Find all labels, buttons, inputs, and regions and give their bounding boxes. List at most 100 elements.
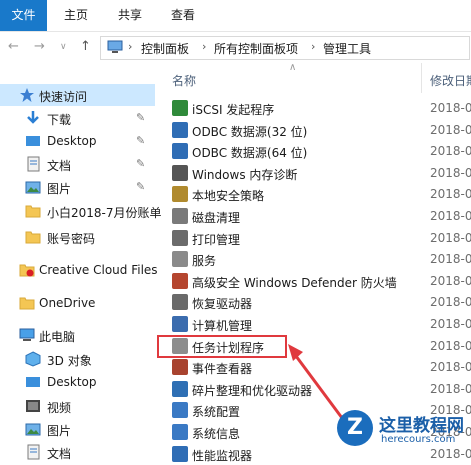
file-date: 2018-0 — [430, 274, 471, 288]
column-name[interactable]: 名称 — [172, 72, 196, 89]
control-panel-icon — [107, 40, 123, 53]
performance-monitor-icon — [172, 446, 188, 462]
nav-item-pictures[interactable]: 图片 ✎ — [0, 176, 155, 198]
file-name: 打印管理 — [192, 233, 241, 247]
star-icon — [20, 88, 34, 102]
pin-icon[interactable]: ✎ — [136, 180, 145, 193]
file-row[interactable]: 高级安全 Windows Defender 防火墙 2018-0 — [158, 270, 471, 292]
nav-item-downloads[interactable]: 下载 ✎ — [0, 107, 155, 129]
file-name: ODBC 数据源(32 位) — [192, 125, 308, 139]
watermark: Z 这里教程网 herecours.com — [331, 404, 471, 454]
nav-item-desktop-pc[interactable]: Desktop — [0, 371, 155, 393]
nav-item-documents-pc[interactable]: 文档 — [0, 441, 155, 463]
firewall-icon — [172, 273, 188, 289]
file-date: 2018-0 — [430, 231, 471, 245]
file-row[interactable]: iSCSI 发起程序 2018-0 — [158, 97, 471, 119]
file-row[interactable]: 碎片整理和优化驱动器 2018-0 — [158, 378, 471, 400]
file-name: iSCSI 发起程序 — [192, 103, 275, 117]
forward-arrow-icon[interactable]: → — [34, 39, 45, 54]
file-date: 2018-0 — [430, 317, 471, 331]
nav-item-videos[interactable]: 视频 — [0, 395, 155, 417]
system-config-icon — [172, 402, 188, 418]
file-row[interactable]: 服务 2018-0 — [158, 248, 471, 270]
file-row[interactable]: 磁盘清理 2018-0 — [158, 205, 471, 227]
column-modified[interactable]: 修改日期 — [430, 72, 471, 89]
folder-icon — [25, 205, 41, 218]
tab-home[interactable]: 主页 — [64, 0, 88, 31]
breadcrumb-separator-icon: › — [311, 40, 316, 53]
pictures-icon — [25, 423, 41, 436]
file-row[interactable]: ODBC 数据源(32 位) 2018-0 — [158, 119, 471, 141]
videos-icon — [26, 400, 40, 412]
pin-icon[interactable]: ✎ — [136, 134, 145, 147]
file-name: 系统配置 — [192, 405, 241, 419]
file-name: 碎片整理和优化驱动器 — [192, 384, 313, 398]
recent-locations-chevron-icon[interactable]: ∨ — [60, 42, 67, 52]
security-policy-icon — [172, 186, 188, 202]
file-name: 系统信息 — [192, 427, 241, 441]
file-name: 计算机管理 — [192, 319, 253, 333]
documents-icon — [27, 156, 40, 172]
computer-icon — [19, 328, 35, 341]
watermark-title: 这里教程网 — [379, 416, 464, 436]
file-row[interactable]: ODBC 数据源(64 位) 2018-0 — [158, 140, 471, 162]
tab-view[interactable]: 查看 — [171, 0, 195, 31]
file-name: 恢复驱动器 — [192, 297, 253, 311]
file-name: 本地安全策略 — [192, 189, 265, 203]
file-row[interactable]: 事件查看器 2018-0 — [158, 356, 471, 378]
breadcrumb-separator-icon: › — [128, 40, 133, 53]
nav-item-3d-objects[interactable]: 3D 对象 — [0, 348, 155, 370]
file-date: 2018-0 — [430, 166, 471, 180]
back-arrow-icon[interactable]: ← — [8, 39, 19, 54]
recovery-drive-icon — [172, 294, 188, 310]
odbc-icon — [172, 122, 188, 138]
documents-icon — [27, 444, 40, 460]
sort-up-icon: ∧ — [289, 62, 297, 73]
file-date: 2018-0 — [430, 339, 471, 353]
iscsi-icon — [172, 100, 188, 116]
pin-icon[interactable]: ✎ — [136, 157, 145, 170]
address-bar[interactable]: › 控制面板 › 所有控制面板项 › 管理工具 — [100, 36, 470, 60]
file-date: 2018-0 — [430, 187, 471, 201]
navigation-pane: 快速访问 下载 ✎ Desktop ✎ 文档 ✎ 图片 ✎ 小白2018-7月份… — [0, 63, 162, 461]
nav-item-desktop[interactable]: Desktop ✎ — [0, 130, 155, 152]
ribbon-tabs: 文件 主页 共享 查看 — [0, 0, 471, 32]
nav-item-documents[interactable]: 文档 ✎ — [0, 153, 155, 175]
file-name: 事件查看器 — [192, 362, 253, 376]
event-viewer-icon — [172, 359, 188, 375]
file-date: 2018-0 — [430, 144, 471, 158]
breadcrumb-separator-icon: › — [202, 40, 207, 53]
nav-item-folder-bill[interactable]: 小白2018-7月份账单 — [0, 200, 162, 222]
file-row[interactable]: 打印管理 2018-0 — [158, 227, 471, 249]
breadcrumb-admin-tools[interactable]: 管理工具 — [323, 40, 371, 57]
file-date: 2018-0 — [430, 252, 471, 266]
file-name: 磁盘清理 — [192, 211, 241, 225]
file-name: 服务 — [192, 254, 217, 268]
tab-share[interactable]: 共享 — [118, 0, 142, 31]
desktop-icon — [26, 136, 40, 146]
highlight-box — [157, 335, 287, 358]
memory-diagnostic-icon — [172, 165, 188, 181]
services-icon — [172, 251, 188, 267]
file-row[interactable]: 计算机管理 2018-0 — [158, 313, 471, 335]
file-row[interactable]: Windows 内存诊断 2018-0 — [158, 162, 471, 184]
file-row[interactable]: 恢复驱动器 2018-0 — [158, 291, 471, 313]
breadcrumb-all-items[interactable]: 所有控制面板项 — [214, 40, 298, 57]
disk-cleanup-icon — [172, 208, 188, 224]
tab-file[interactable]: 文件 — [0, 0, 47, 31]
column-divider[interactable] — [421, 63, 422, 93]
file-name: 高级安全 Windows Defender 防火墙 — [192, 276, 397, 290]
up-arrow-icon[interactable]: ↑ — [80, 39, 91, 54]
file-date: 2018-0 — [430, 123, 471, 137]
nav-item-this-pc[interactable]: 此电脑 — [0, 324, 155, 346]
file-name: 性能监视器 — [192, 449, 253, 463]
onedrive-icon — [19, 297, 35, 310]
file-row[interactable]: 本地安全策略 2018-0 — [158, 183, 471, 205]
nav-item-creative-cloud[interactable]: Creative Cloud Files — [0, 259, 158, 281]
nav-item-folder-accounts[interactable]: 账号密码 — [0, 226, 155, 248]
breadcrumb-control-panel[interactable]: 控制面板 — [141, 40, 189, 57]
nav-item-pictures-pc[interactable]: 图片 — [0, 418, 155, 440]
nav-item-onedrive[interactable]: OneDrive — [0, 292, 155, 314]
nav-item-quick-access[interactable]: 快速访问 — [0, 84, 155, 106]
pin-icon[interactable]: ✎ — [136, 111, 145, 124]
